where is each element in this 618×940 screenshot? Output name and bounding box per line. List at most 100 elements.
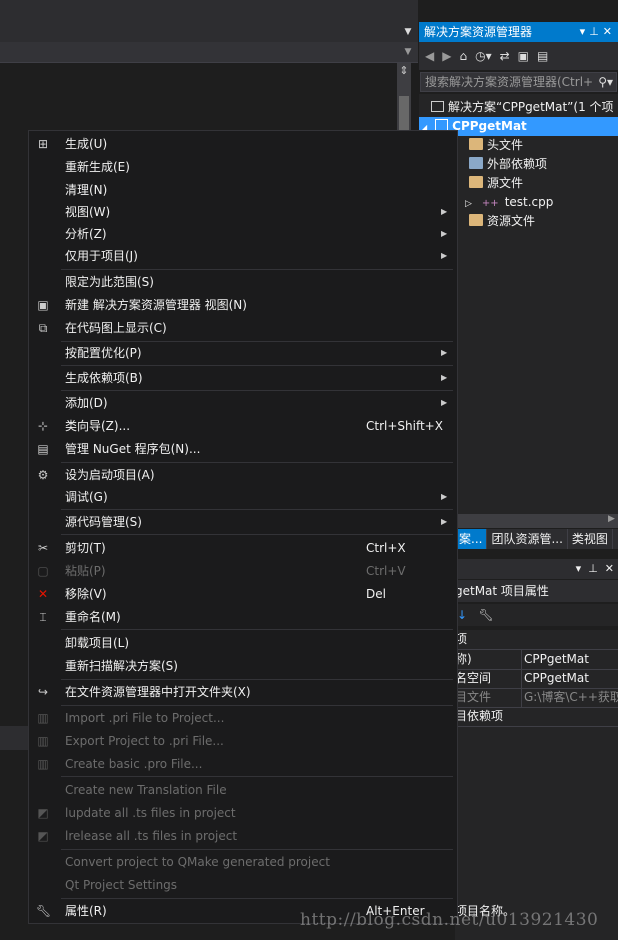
navigation-bar[interactable] <box>0 42 418 63</box>
back-icon[interactable]: ◀ <box>425 49 434 63</box>
solution-search-input[interactable]: 搜索解决方案资源管理器(Ctrl+ ⚲▾ <box>420 72 617 92</box>
menu-separator <box>61 849 453 850</box>
menu-item-manage-nuget[interactable]: ▤ 管理 NuGet 程序包(N)... <box>29 438 457 460</box>
menu-item-label: 设为启动项目(A) <box>65 468 155 482</box>
menu-item-unload-project[interactable]: 卸载项目(L) <box>29 632 457 654</box>
home-icon[interactable]: ⌂ <box>459 49 467 63</box>
folder-icon <box>469 138 483 150</box>
submenu-arrow-icon: ▶ <box>441 517 448 526</box>
properties-titlebar[interactable]: ▾ ⊥ ✕ <box>455 559 618 579</box>
menu-item-label: 在文件资源管理器中打开文件夹(X) <box>65 685 251 699</box>
menu-item-project-only[interactable]: 仅用于项目(J) ▶ <box>29 245 457 267</box>
search-icon[interactable]: ⚲▾ <box>598 73 613 91</box>
property-row[interactable]: 名空间 CPPgetMat <box>455 669 618 689</box>
export-pri-icon: ▥ <box>37 734 49 748</box>
property-row[interactable]: 称) CPPgetMat <box>455 650 618 670</box>
bottom-panel-tab[interactable] <box>0 726 30 750</box>
code-map-icon: ⧉ <box>38 321 48 335</box>
menu-item-import-pri[interactable]: ▥ Import .pri File to Project... <box>29 707 457 729</box>
show-all-files-icon[interactable]: ▤ <box>537 49 548 63</box>
menu-item-new-explorer-view[interactable]: ▣ 新建 解决方案资源管理器 视图(N) <box>29 294 457 316</box>
property-row[interactable]: 目依赖项 <box>455 707 618 727</box>
lrelease-icon: ◩ <box>37 829 49 843</box>
menu-item-scope-to-this[interactable]: 限定为此范围(S) <box>29 271 457 293</box>
collapse-all-icon[interactable]: ▣ <box>518 49 529 63</box>
menu-separator <box>61 898 453 899</box>
menu-item-qt-project-settings[interactable]: Qt Project Settings <box>29 874 457 896</box>
property-row[interactable]: 项 <box>455 630 618 650</box>
tab-dropdown-icon[interactable]: ▼ <box>398 22 418 42</box>
menu-item-lupdate[interactable]: ◩ lupdate all .ts files in project <box>29 802 457 824</box>
submenu-arrow-icon: ▶ <box>441 398 448 407</box>
folder-icon <box>469 176 483 188</box>
menu-item-view[interactable]: 视图(W) ▶ <box>29 201 457 223</box>
collapsed-arrow-icon[interactable]: ▷ <box>465 199 472 209</box>
menu-item-rescan-solution[interactable]: 重新扫描解决方案(S) <box>29 655 457 677</box>
menu-item-debug[interactable]: 调试(G) ▶ <box>29 486 457 508</box>
menu-item-open-in-explorer[interactable]: ↪ 在文件资源管理器中打开文件夹(X) <box>29 681 457 703</box>
menu-item-create-translation[interactable]: Create new Translation File <box>29 779 457 801</box>
menu-item-source-control[interactable]: 源代码管理(S) ▶ <box>29 511 457 533</box>
tab-class-view[interactable]: 类视图 <box>568 529 613 549</box>
menu-item-label: 重新扫描解决方案(S) <box>65 659 178 673</box>
sync-icon[interactable]: ⇄ <box>500 49 510 63</box>
history-icon[interactable]: ◷▾ <box>475 49 492 63</box>
menu-separator <box>61 534 453 535</box>
submenu-arrow-icon: ▶ <box>441 348 448 357</box>
tree-item-label: 源文件 <box>487 176 524 190</box>
forward-icon[interactable]: ▶ <box>442 49 451 63</box>
properties-object-selector[interactable]: getMat 项目属性 <box>455 580 618 602</box>
menu-item-class-wizard[interactable]: ⊹ 类向导(Z)... Ctrl+Shift+X <box>29 415 457 437</box>
menu-item-create-pro[interactable]: ▥ Create basic .pro File... <box>29 753 457 775</box>
menu-item-remove[interactable]: ✕ 移除(V) Del <box>29 583 457 605</box>
close-icon[interactable]: ✕ <box>603 25 616 38</box>
menu-item-label: 调试(G) <box>65 490 108 504</box>
menu-item-lrelease[interactable]: ◩ lrelease all .ts files in project <box>29 825 457 847</box>
menu-item-add[interactable]: 添加(D) ▶ <box>29 392 457 414</box>
menu-item-label: 仅用于项目(J) <box>65 249 138 263</box>
sort-icon[interactable]: ↓ <box>457 608 467 622</box>
menu-item-label: 移除(V) <box>65 587 107 601</box>
menu-item-label: 类向导(Z)... <box>65 419 131 433</box>
menu-item-label: Create new Translation File <box>65 783 227 797</box>
editor-scrollbar-thumb[interactable] <box>399 96 409 132</box>
property-key: 目依赖项 <box>455 709 504 723</box>
tab-team-explorer[interactable]: 团队资源管... <box>487 529 568 549</box>
menu-item-cut[interactable]: ✂ 剪切(T) Ctrl+X <box>29 537 457 559</box>
menu-item-show-on-code-map[interactable]: ⧉ 在代码图上显示(C) <box>29 317 457 339</box>
tree-item-label: 解决方案“CPPgetMat”(1 个项 <box>448 100 614 114</box>
menu-item-set-startup-project[interactable]: ⚙ 设为启动项目(A) <box>29 464 457 486</box>
window-menu-icon[interactable]: ▾ <box>576 562 582 575</box>
properties-toolbar: ↓ 🔧︎ <box>455 604 618 626</box>
menu-item-clean[interactable]: 清理(N) <box>29 179 457 201</box>
tree-horizontal-scrollbar[interactable] <box>455 514 618 528</box>
menu-item-convert-qmake[interactable]: Convert project to QMake generated proje… <box>29 851 457 873</box>
wrench-icon[interactable]: 🔧︎ <box>479 608 494 622</box>
menu-item-rebuild[interactable]: 重新生成(E) <box>29 156 457 178</box>
menu-item-build-dependencies[interactable]: 生成依赖项(B) ▶ <box>29 367 457 389</box>
tab-solution-explorer[interactable]: 案... <box>455 529 488 549</box>
menu-item-label: Convert project to QMake generated proje… <box>65 855 330 869</box>
tree-item-solution[interactable]: 解决方案“CPPgetMat”(1 个项 <box>419 98 618 117</box>
menu-item-paste[interactable]: ▢ 粘贴(P) Ctrl+V <box>29 560 457 582</box>
watermark: http://blog.csdn.net/u013921430 <box>300 910 599 930</box>
menu-item-export-pri[interactable]: ▥ Export Project to .pri File... <box>29 730 457 752</box>
menu-item-label: 重新生成(E) <box>65 160 130 174</box>
menu-item-label: 在代码图上显示(C) <box>65 321 167 335</box>
menu-item-profile-guided-optimization[interactable]: 按配置优化(P) ▶ <box>29 342 457 364</box>
menu-item-build[interactable]: ⊞ 生成(U) <box>29 133 457 155</box>
solution-explorer-titlebar[interactable]: 解决方案资源管理器 ▾⊥✕ <box>419 22 618 42</box>
property-key: 目文件 <box>455 690 492 704</box>
menu-item-analyze[interactable]: 分析(Z) ▶ <box>29 223 457 245</box>
window-menu-icon[interactable]: ▾ <box>580 25 590 38</box>
menu-item-rename[interactable]: ⌶ 重命名(M) <box>29 606 457 628</box>
pin-icon[interactable]: ⊥ <box>589 25 603 38</box>
menu-item-shortcut: Del <box>366 587 386 601</box>
split-window-icon[interactable]: ⇕ <box>397 64 411 78</box>
close-icon[interactable]: ✕ <box>605 562 614 575</box>
navigation-dropdown-icon[interactable]: ▼ <box>398 42 418 62</box>
property-row[interactable]: 目文件 G:\博客\C++获取 <box>455 688 618 708</box>
scroll-right-icon[interactable]: ▶ <box>608 514 615 524</box>
menu-item-label: 分析(Z) <box>65 227 107 241</box>
pin-icon[interactable]: ⊥ <box>588 562 598 575</box>
